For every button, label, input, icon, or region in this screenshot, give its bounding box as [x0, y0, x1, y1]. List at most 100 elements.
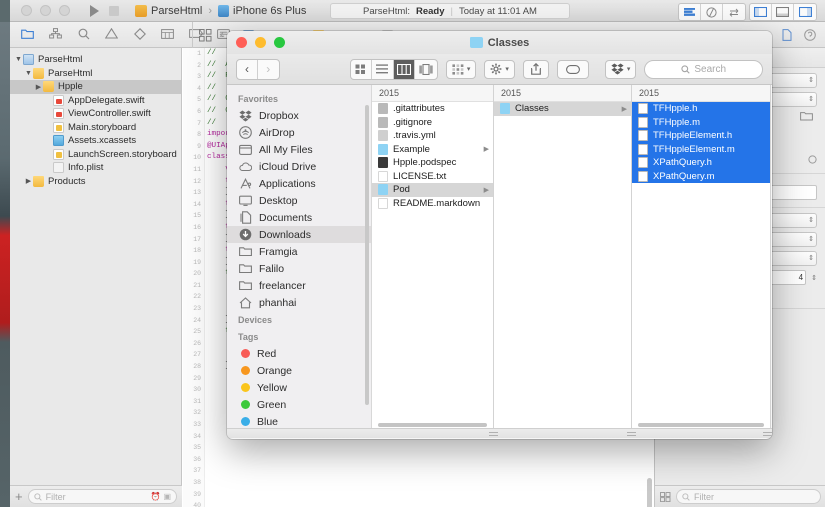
column-scrollbar[interactable] — [378, 423, 487, 427]
disclosure-triangle-icon[interactable]: ▼ — [14, 56, 23, 63]
sidebar-item-phanhai[interactable]: phanhai — [227, 294, 371, 311]
library-grid-icon[interactable] — [660, 491, 671, 502]
icon-view-button[interactable] — [351, 59, 373, 79]
zoom-button[interactable] — [59, 5, 70, 16]
sidebar-item-framgia[interactable]: Framgia — [227, 243, 371, 260]
tree-row[interactable]: ▼ ParseHtml — [10, 67, 181, 81]
file-row[interactable]: .travis.yml — [372, 129, 493, 143]
tag-button[interactable] — [556, 59, 589, 79]
favorites-list[interactable]: Dropbox AirDrop All My Files iCloud Drive Ap… — [227, 107, 371, 311]
file-row[interactable]: XPathQuery.m — [632, 169, 770, 183]
xcode-toolbar-right[interactable] — [678, 3, 817, 21]
sidebar-item-all-my-files[interactable]: All My Files — [227, 141, 371, 158]
editor-mode-group[interactable] — [678, 3, 746, 21]
assistant-editor-button[interactable] — [701, 4, 723, 20]
share-button[interactable] — [522, 59, 549, 79]
xcode-window-controls[interactable] — [21, 5, 70, 16]
column-scrollbar[interactable] — [638, 423, 764, 427]
inspector-filter-input[interactable]: Filter — [676, 489, 821, 504]
file-row[interactable]: Hpple.podspec — [372, 156, 493, 170]
file-row[interactable]: LICENSE.txt — [372, 170, 493, 184]
tree-row[interactable]: ▶Main.storyboard — [10, 121, 181, 135]
sidebar-item-dropbox[interactable]: Dropbox — [227, 107, 371, 124]
file-row[interactable]: TFHpple.h — [632, 102, 770, 116]
editor-vertical-scrollbar[interactable] — [647, 478, 652, 507]
version-editor-button[interactable] — [723, 4, 745, 20]
run-stop-controls[interactable] — [90, 4, 119, 17]
debug-navigator-icon[interactable] — [160, 26, 175, 41]
sidebar-item-airdrop[interactable]: AirDrop — [227, 124, 371, 141]
finder-column-2[interactable]: 2015 Classes ▶ — [494, 85, 632, 428]
source-control-filter-icon[interactable]: ▣ — [163, 492, 171, 501]
standard-editor-button[interactable] — [679, 4, 701, 20]
symbol-navigator-icon[interactable] — [48, 26, 63, 41]
tag-item-red[interactable]: Red — [227, 345, 371, 362]
jump-back-button[interactable]: ‹ — [220, 29, 224, 41]
sidebar-item-icloud-drive[interactable]: iCloud Drive — [227, 158, 371, 175]
tree-row[interactable]: ▼ ParseHtml — [10, 53, 181, 67]
file-row[interactable]: Pod ▶ — [372, 183, 493, 197]
test-navigator-icon[interactable] — [132, 26, 147, 41]
tree-row[interactable]: ▶Assets.xcassets — [10, 134, 181, 148]
back-button[interactable]: ‹ — [237, 59, 258, 79]
tree-row[interactable]: ▶LaunchScreen.storyboard — [10, 148, 181, 162]
file-row[interactable]: TFHpple.m — [632, 115, 770, 129]
action-button[interactable]: ▾ — [484, 59, 515, 79]
dropbox-button[interactable]: ▾ — [604, 59, 637, 79]
tags-list[interactable]: RedOrangeYellowGreenBluePurple — [227, 345, 371, 428]
stepper-arrows-icon[interactable]: ⇕ — [811, 274, 817, 282]
tree-row[interactable]: ▶AppDelegate.swift — [10, 94, 181, 108]
scheme-selector[interactable]: ParseHtml › iPhone 6s Plus — [135, 4, 306, 17]
finder-back-forward[interactable]: ‹ › — [236, 58, 280, 80]
tree-row[interactable]: ▶Info.plist — [10, 161, 181, 175]
file-row[interactable]: TFHppleElement.h — [632, 129, 770, 143]
disclosure-triangle-icon[interactable]: ▶ — [34, 83, 43, 91]
add-file-button[interactable]: + — [15, 490, 23, 503]
file-row[interactable]: .gitattributes — [372, 102, 493, 116]
column-resize-grip-2[interactable] — [627, 432, 636, 436]
toggle-navigator-button[interactable] — [750, 4, 772, 20]
panel-toggle-group[interactable] — [749, 3, 817, 21]
column-view-button[interactable] — [393, 59, 416, 79]
tag-item-orange[interactable]: Orange — [227, 362, 371, 379]
filter-toggles[interactable]: ⏰ ▣ — [150, 492, 171, 501]
toggle-debug-area-button[interactable] — [772, 4, 794, 20]
finder-window[interactable]: Classes ‹ › ▾ ▾ ▾ Search Favorites Dropb… — [227, 31, 772, 439]
column-resize-grip-1[interactable] — [489, 432, 498, 436]
view-mode-group[interactable] — [349, 58, 438, 80]
coverflow-view-button[interactable] — [415, 60, 436, 79]
finder-column-browser[interactable]: 2015 .gitattributes .gitignore .travis.yml E… — [372, 85, 772, 428]
toggle-inspector-button[interactable] — [794, 4, 816, 20]
sidebar-scrollbar[interactable] — [365, 105, 369, 405]
tag-item-blue[interactable]: Blue — [227, 413, 371, 428]
sidebar-item-downloads[interactable]: Downloads — [227, 226, 371, 243]
file-row[interactable]: Classes ▶ — [494, 102, 631, 116]
tag-item-green[interactable]: Green — [227, 396, 371, 413]
recent-files-icon[interactable]: ⏰ — [150, 492, 160, 501]
column-resize-grip-3[interactable] — [763, 432, 772, 436]
file-row[interactable]: .gitignore — [372, 116, 493, 130]
finder-toolbar[interactable]: ‹ › ▾ ▾ ▾ Search — [227, 54, 772, 85]
arrange-button[interactable]: ▾ — [445, 59, 477, 79]
disclosure-triangle-icon[interactable]: ▶ — [24, 177, 33, 185]
file-row[interactable]: TFHppleElement.m — [632, 142, 770, 156]
file-row[interactable]: XPathQuery.h — [632, 156, 770, 170]
close-button[interactable] — [21, 5, 32, 16]
disclosure-triangle-icon[interactable]: ▼ — [24, 70, 33, 77]
tree-row[interactable]: ▶ Hpple — [10, 80, 181, 94]
stop-button[interactable] — [109, 5, 119, 16]
navigator-filter-bar[interactable]: + Filter ⏰ ▣ — [10, 485, 182, 507]
sidebar-item-documents[interactable]: Documents — [227, 209, 371, 226]
finder-sidebar[interactable]: Favorites Dropbox AirDrop All My Files iClo… — [227, 85, 372, 428]
project-navigator-icon[interactable] — [20, 26, 35, 41]
sidebar-item-applications[interactable]: Applications — [227, 175, 371, 192]
finder-column-3[interactable]: 2015 TFHpple.h TFHpple.m TFHppleElement.h TF… — [632, 85, 771, 428]
finder-column-1[interactable]: 2015 .gitattributes .gitignore .travis.yml E… — [372, 85, 494, 428]
file-row[interactable]: README.markdown — [372, 197, 493, 211]
tree-row[interactable]: ▶ViewController.swift — [10, 107, 181, 121]
inspector-bottom-bar[interactable]: Filter — [655, 485, 825, 507]
sidebar-item-falilo[interactable]: Falilo — [227, 260, 371, 277]
navigator-filter-input[interactable]: Filter ⏰ ▣ — [27, 489, 177, 504]
minimize-button[interactable] — [40, 5, 51, 16]
find-navigator-icon[interactable] — [76, 26, 91, 41]
